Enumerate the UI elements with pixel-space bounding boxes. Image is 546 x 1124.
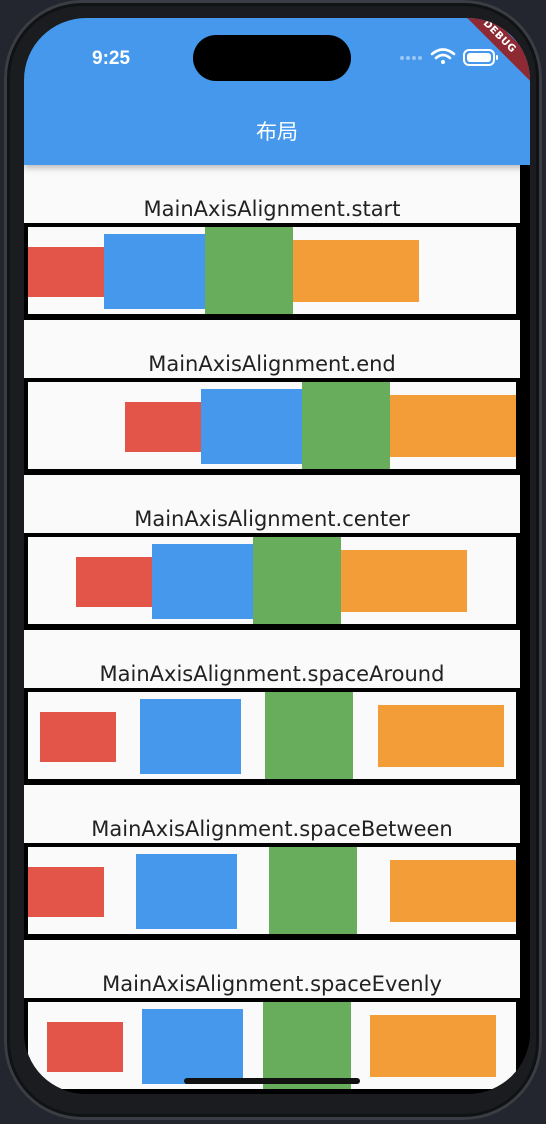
demo-row <box>28 847 516 934</box>
app-bar: 9:25 DEBUG 布局 <box>24 18 530 165</box>
section-caption: MainAxisAlignment.center <box>134 507 410 531</box>
dynamic-island <box>193 35 351 81</box>
status-time: 9:25 <box>92 48 131 69</box>
green-box <box>265 692 353 779</box>
green-box <box>263 1002 351 1089</box>
green-box <box>253 537 341 624</box>
red-box <box>47 1022 123 1072</box>
blue-box <box>140 699 241 774</box>
red-box <box>40 712 116 762</box>
blue-box <box>201 389 302 464</box>
section-space-around: MainAxisAlignment.spaceAround <box>24 630 530 785</box>
red-box <box>125 402 201 452</box>
orange-box <box>390 395 516 457</box>
section-space-evenly: MainAxisAlignment.spaceEvenly <box>24 940 530 1094</box>
caption-box: MainAxisAlignment.start <box>24 165 520 223</box>
section-caption: MainAxisAlignment.spaceEvenly <box>102 972 442 996</box>
caption-box: MainAxisAlignment.center <box>24 475 520 533</box>
blue-box <box>152 544 253 619</box>
caption-box: MainAxisAlignment.spaceBetween <box>24 785 520 843</box>
caption-box: MainAxisAlignment.spaceEvenly <box>24 940 520 998</box>
blue-box <box>142 1009 243 1084</box>
section-center: MainAxisAlignment.center <box>24 475 530 630</box>
page-title: 布局 <box>256 120 298 144</box>
home-indicator[interactable] <box>184 1078 360 1084</box>
orange-box <box>293 240 419 302</box>
section-space-between: MainAxisAlignment.spaceBetween <box>24 785 530 940</box>
orange-box <box>378 705 504 767</box>
section-caption: MainAxisAlignment.spaceAround <box>99 662 445 686</box>
demo-row <box>28 382 516 469</box>
blue-box <box>104 234 205 309</box>
demo-row <box>28 1002 516 1089</box>
orange-box <box>390 860 516 922</box>
cellular-signal-icon <box>400 56 422 60</box>
status-icons <box>394 45 514 69</box>
orange-box <box>370 1015 496 1077</box>
orange-box <box>341 550 467 612</box>
battery-icon <box>463 49 498 66</box>
green-box <box>302 382 390 469</box>
section-start: MainAxisAlignment.start <box>24 165 530 320</box>
section-caption: MainAxisAlignment.spaceBetween <box>91 817 453 841</box>
layout-demo-list[interactable]: MainAxisAlignment.start MainAxisAlignmen… <box>24 165 530 1094</box>
red-box <box>28 867 104 917</box>
green-box <box>205 227 293 314</box>
demo-row <box>28 537 516 624</box>
caption-box: MainAxisAlignment.spaceAround <box>24 630 520 688</box>
phone-screen: 9:25 DEBUG 布局 MainAxisAlignment.start Ma… <box>24 18 530 1094</box>
red-box <box>76 557 152 607</box>
demo-row <box>28 692 516 779</box>
red-box <box>28 247 104 297</box>
blue-box <box>136 854 237 929</box>
phone-frame: 9:25 DEBUG 布局 MainAxisAlignment.start Ma… <box>4 0 542 1120</box>
wifi-icon <box>430 48 456 64</box>
demo-row <box>28 227 516 314</box>
caption-box: MainAxisAlignment.end <box>24 320 520 378</box>
section-caption: MainAxisAlignment.start <box>143 197 401 221</box>
green-box <box>269 847 357 934</box>
section-caption: MainAxisAlignment.end <box>148 352 396 376</box>
section-end: MainAxisAlignment.end <box>24 320 530 475</box>
